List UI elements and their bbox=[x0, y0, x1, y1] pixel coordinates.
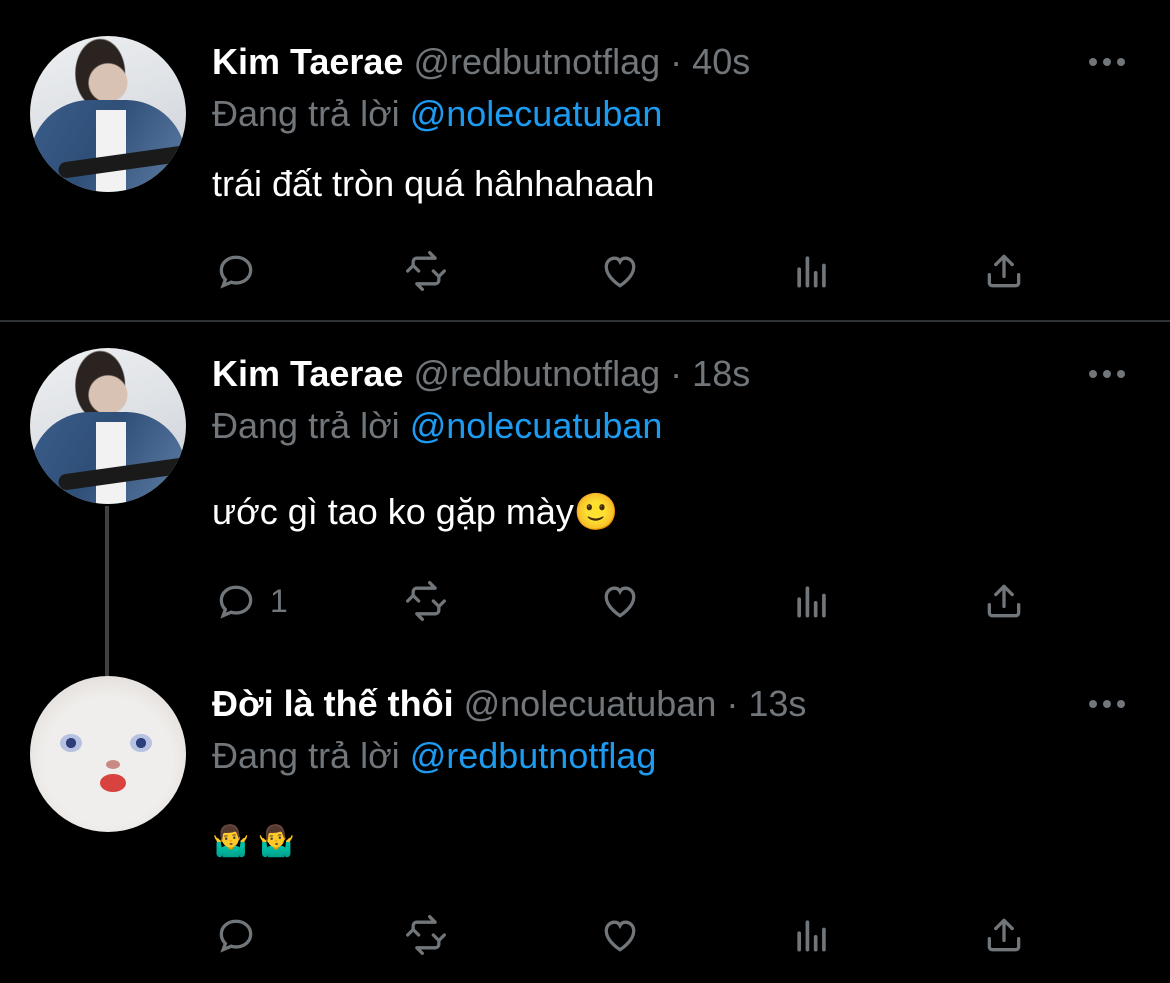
like-icon bbox=[604, 920, 636, 952]
retweet-button[interactable] bbox=[404, 910, 448, 960]
like-icon bbox=[604, 256, 636, 288]
retweet-button[interactable] bbox=[404, 246, 448, 296]
share-button[interactable] bbox=[982, 576, 1026, 626]
thread-connector bbox=[105, 506, 109, 676]
more-icon[interactable] bbox=[1082, 52, 1132, 72]
tweet-2[interactable]: Kim Taerae @redbutnotflag · 18s Đang trả… bbox=[0, 322, 1170, 662]
share-button[interactable] bbox=[982, 910, 1026, 960]
user-handle[interactable]: @redbutnotflag bbox=[413, 41, 660, 82]
analytics-button[interactable] bbox=[790, 246, 834, 296]
tweet-text: ước gì tao ko gặp mày🙂 bbox=[212, 491, 619, 532]
analytics-button[interactable] bbox=[790, 576, 834, 626]
avatar[interactable] bbox=[30, 348, 186, 504]
retweet-icon bbox=[406, 581, 446, 621]
avatar[interactable] bbox=[30, 36, 186, 192]
retweet-icon bbox=[406, 915, 446, 955]
analytics-icon bbox=[797, 256, 826, 288]
reply-context: Đang trả lời @redbutnotflag bbox=[212, 734, 656, 778]
display-name[interactable]: Kim Taerae bbox=[212, 353, 403, 394]
share-icon bbox=[987, 584, 1021, 618]
tweet-header: Kim Taerae @redbutnotflag · 40s bbox=[212, 40, 750, 84]
reply-count: 1 bbox=[270, 582, 288, 619]
tweet-1[interactable]: Kim Taerae @redbutnotflag · 40s Đang trả… bbox=[0, 0, 1170, 320]
more-icon[interactable] bbox=[1082, 694, 1132, 714]
analytics-button[interactable] bbox=[790, 910, 834, 960]
tweet-text: 🤷‍♂️ 🤷‍♂️ bbox=[212, 825, 296, 858]
display-name[interactable]: Đời là thế thôi bbox=[212, 683, 454, 724]
like-icon bbox=[604, 586, 636, 618]
timestamp[interactable]: 40s bbox=[692, 41, 750, 82]
user-handle[interactable]: @redbutnotflag bbox=[413, 353, 660, 394]
timestamp[interactable]: 13s bbox=[748, 683, 806, 724]
display-name[interactable]: Kim Taerae bbox=[212, 41, 403, 82]
separator: · bbox=[660, 353, 693, 394]
tweet-header: Đời là thế thôi @nolecuatuban · 13s bbox=[212, 682, 806, 726]
reply-icon bbox=[219, 585, 253, 619]
reply-button[interactable]: 1 bbox=[214, 576, 288, 626]
analytics-icon bbox=[797, 920, 826, 952]
reply-mention[interactable]: @nolecuatuban bbox=[410, 405, 663, 446]
reply-mention[interactable]: @redbutnotflag bbox=[410, 735, 657, 776]
reply-icon bbox=[219, 919, 253, 953]
reply-button[interactable] bbox=[214, 246, 270, 296]
tweet-3[interactable]: Đời là thế thôi @nolecuatuban · 13s Đang… bbox=[0, 662, 1170, 983]
action-bar bbox=[212, 246, 1042, 296]
share-icon bbox=[987, 918, 1021, 952]
reply-prefix: Đang trả lời bbox=[212, 735, 410, 776]
like-button[interactable] bbox=[598, 246, 642, 296]
reply-icon bbox=[219, 255, 253, 289]
action-bar bbox=[212, 910, 1042, 960]
reply-button[interactable] bbox=[214, 910, 270, 960]
reply-context: Đang trả lời @nolecuatuban bbox=[212, 92, 662, 136]
like-button[interactable] bbox=[598, 910, 642, 960]
reply-prefix: Đang trả lời bbox=[212, 405, 410, 446]
separator: · bbox=[660, 41, 693, 82]
more-icon[interactable] bbox=[1082, 364, 1132, 384]
separator: · bbox=[716, 683, 749, 724]
share-icon bbox=[987, 254, 1021, 288]
retweet-button[interactable] bbox=[404, 576, 448, 626]
analytics-icon bbox=[797, 586, 826, 618]
action-bar: 1 bbox=[212, 576, 1042, 626]
reply-context: Đang trả lời @nolecuatuban bbox=[212, 404, 662, 448]
reply-mention[interactable]: @nolecuatuban bbox=[410, 93, 663, 134]
timestamp[interactable]: 18s bbox=[692, 353, 750, 394]
user-handle[interactable]: @nolecuatuban bbox=[464, 683, 717, 724]
share-button[interactable] bbox=[982, 246, 1026, 296]
tweet-header: Kim Taerae @redbutnotflag · 18s bbox=[212, 352, 750, 396]
reply-prefix: Đang trả lời bbox=[212, 93, 410, 134]
retweet-icon bbox=[406, 251, 446, 291]
like-button[interactable] bbox=[598, 576, 642, 626]
avatar[interactable] bbox=[30, 676, 186, 832]
tweet-text: trái đất tròn quá hâhhahaah bbox=[212, 163, 655, 204]
